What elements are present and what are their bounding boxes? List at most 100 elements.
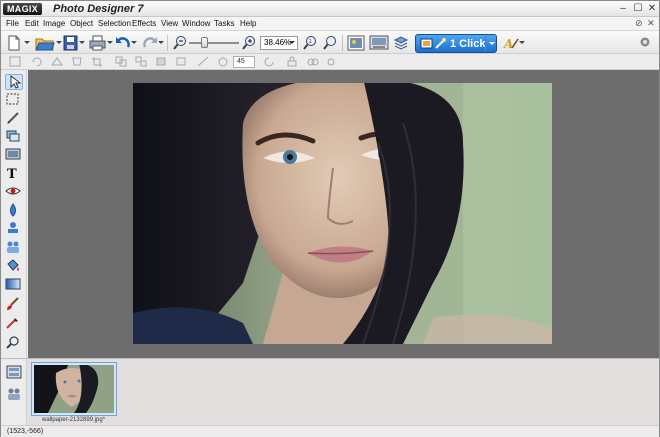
marquee-tool-icon[interactable] <box>5 92 23 108</box>
menu-file[interactable]: File <box>6 18 19 29</box>
print-icon[interactable] <box>89 34 106 52</box>
photo-effects-icon[interactable] <box>347 34 365 52</box>
zoom-level-select[interactable]: 38.46% <box>260 36 298 50</box>
align-left-icon[interactable] <box>9 56 21 67</box>
zoom-slider[interactable] <box>189 42 239 44</box>
one-click-dropdown[interactable] <box>485 35 496 52</box>
filmstrip-thumbnail[interactable] <box>31 362 117 416</box>
layer-tool-icon[interactable] <box>5 129 23 145</box>
one-click-button[interactable]: 1 Click <box>415 34 497 53</box>
new-document-icon[interactable] <box>7 34 21 52</box>
rotate-angle-icon[interactable] <box>217 56 229 67</box>
zoom-slider-thumb[interactable] <box>201 37 208 48</box>
people-tool-icon[interactable] <box>5 240 23 256</box>
svg-text:1: 1 <box>309 39 312 45</box>
minimize-button[interactable]: – <box>617 2 629 15</box>
distort-icon[interactable] <box>71 56 83 67</box>
pen-tool-icon[interactable] <box>5 111 23 127</box>
zoom-in-icon[interactable] <box>242 34 256 52</box>
main-toolbar: 38.46% 1 1 Click A <box>1 30 659 54</box>
magnifier-tool-icon[interactable] <box>5 335 23 351</box>
object-toolbar: 45 <box>1 54 659 70</box>
menu-view[interactable]: View <box>161 18 178 29</box>
toolbar-separator <box>342 35 343 51</box>
crop-icon[interactable] <box>91 56 103 67</box>
save-dropdown-arrow[interactable] <box>79 41 85 44</box>
status-bar: (1523,-566) <box>1 425 659 437</box>
app-window: MAGIX Photo Designer 7 – ☐ ✕ File Edit I… <box>0 0 660 437</box>
menu-tasks[interactable]: Tasks <box>214 18 234 29</box>
gallery-icon[interactable] <box>369 34 389 52</box>
menu-help[interactable]: Help <box>240 18 256 29</box>
menu-image[interactable]: Image <box>43 18 65 29</box>
gradient-tool-icon[interactable] <box>5 277 23 293</box>
rotate-left-icon[interactable] <box>31 56 43 67</box>
redo-dropdown-arrow[interactable] <box>158 41 164 44</box>
bring-front-icon[interactable] <box>155 56 167 67</box>
close-button[interactable]: ✕ <box>646 2 658 15</box>
title-bar: MAGIX Photo Designer 7 – ☐ ✕ <box>1 1 659 17</box>
menu-effects[interactable]: Effects <box>132 18 156 29</box>
filmstrip-people-icon[interactable] <box>6 387 22 401</box>
pointer-tool-icon[interactable] <box>5 74 23 90</box>
svg-text:A: A <box>503 37 513 51</box>
open-dropdown-arrow[interactable] <box>56 41 62 44</box>
maximize-button[interactable]: ☐ <box>632 2 644 15</box>
menu-edit[interactable]: Edit <box>25 18 39 29</box>
redo-icon[interactable] <box>142 34 158 52</box>
zoom-level-value: 38.46% <box>264 38 292 47</box>
image-tool-icon[interactable] <box>5 147 23 163</box>
help-icon[interactable] <box>639 36 651 54</box>
text-art-icon[interactable]: A <box>503 34 519 52</box>
group-icon[interactable] <box>115 56 127 67</box>
menu-object[interactable]: Object <box>70 18 93 29</box>
undo-icon[interactable] <box>115 34 131 52</box>
main-photo[interactable] <box>133 83 552 344</box>
magix-logo: MAGIX <box>3 3 43 15</box>
lock-icon[interactable] <box>286 56 298 67</box>
save-icon[interactable] <box>63 34 78 52</box>
new-dropdown-arrow[interactable] <box>24 41 30 44</box>
red-eye-tool-icon[interactable] <box>5 184 23 200</box>
thumbnail-image <box>34 363 114 413</box>
drop-tool-icon[interactable] <box>5 203 23 219</box>
zoom-out-icon[interactable] <box>173 34 187 52</box>
text-art-dropdown-arrow[interactable] <box>519 41 525 44</box>
zoom-fit-icon[interactable]: 1 <box>303 34 317 52</box>
layers-icon[interactable] <box>393 34 409 52</box>
brush-tool-icon[interactable] <box>5 297 23 313</box>
print-dropdown-arrow[interactable] <box>107 41 113 44</box>
fill-tool-icon[interactable] <box>5 258 23 274</box>
one-click-icon <box>420 38 446 49</box>
one-click-label: 1 Click <box>450 38 486 50</box>
undo-dropdown-arrow[interactable] <box>131 41 137 44</box>
unlink-icon[interactable] <box>327 56 339 67</box>
svg-text:T: T <box>7 167 17 180</box>
send-back-icon[interactable] <box>175 56 187 67</box>
menu-bar: File Edit Image Object Selection Effects… <box>1 17 659 30</box>
filmstrip-tools <box>1 359 27 426</box>
toolbar-separator <box>167 35 168 51</box>
stamp-tool-icon[interactable] <box>5 221 23 237</box>
ungroup-icon[interactable] <box>135 56 147 67</box>
text-tool-icon[interactable]: T <box>5 166 23 182</box>
app-title: Photo Designer 7 <box>53 3 144 15</box>
rotate-cw-icon[interactable] <box>263 56 275 67</box>
document-restore-button[interactable]: ⊘ <box>635 18 643 29</box>
chevron-down-icon <box>289 41 295 44</box>
rotation-angle-input[interactable]: 45 <box>233 56 255 68</box>
cursor-coordinates: (1523,-566) <box>7 428 44 435</box>
document-close-button[interactable]: ✕ <box>647 18 655 29</box>
eyedropper-tool-icon[interactable] <box>5 316 23 332</box>
canvas-area[interactable] <box>28 70 659 358</box>
link-icon[interactable] <box>307 56 319 67</box>
filmstrip-panel: wallpaper-2132899.jpg* <box>1 358 659 426</box>
flip-icon[interactable] <box>51 56 63 67</box>
open-folder-icon[interactable] <box>35 34 55 52</box>
menu-window[interactable]: Window <box>182 18 210 29</box>
tool-palette: T <box>1 70 27 358</box>
zoom-window-icon[interactable] <box>323 34 337 52</box>
menu-selection[interactable]: Selection <box>98 18 131 29</box>
filmstrip-view-icon[interactable] <box>6 365 22 379</box>
scale-icon[interactable] <box>197 56 209 67</box>
